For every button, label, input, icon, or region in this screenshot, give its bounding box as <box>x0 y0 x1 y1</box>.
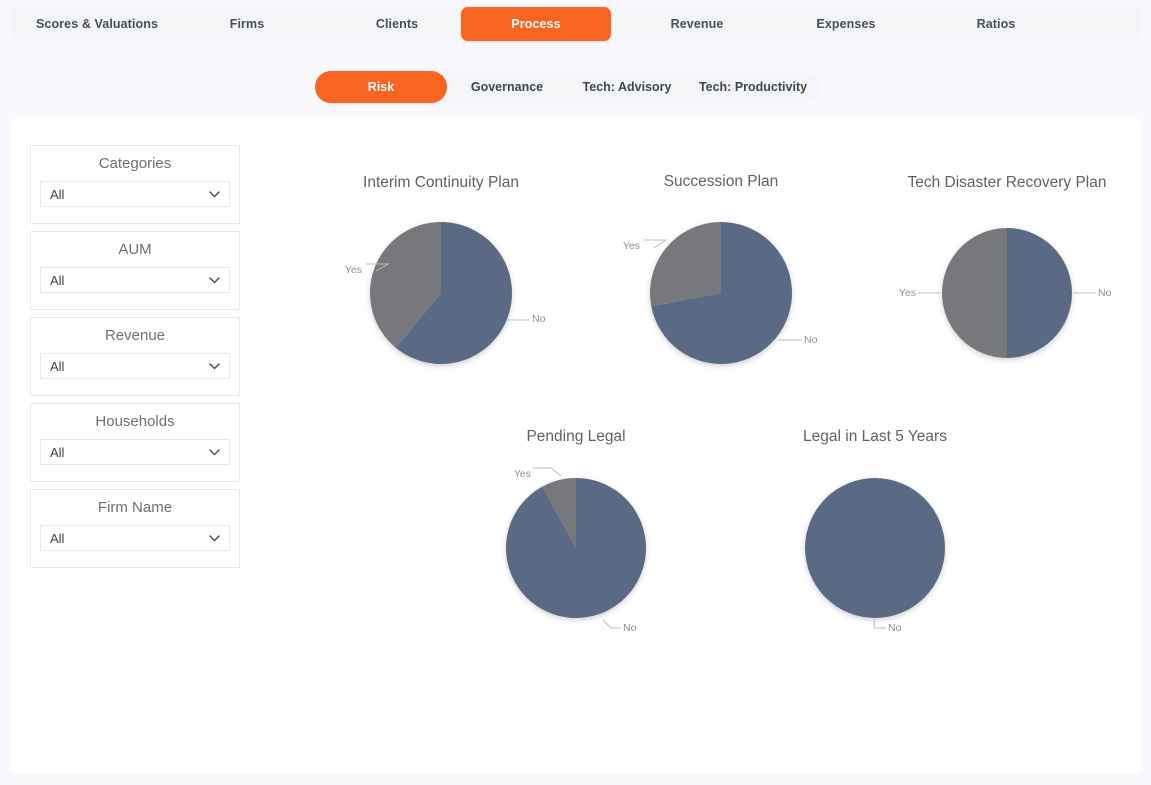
pie-label-yes: Yes <box>898 287 916 299</box>
pie-label-yes: Yes <box>622 240 640 252</box>
nav-tab-label: Clients <box>375 17 419 31</box>
filter-selected-value: All <box>50 444 65 460</box>
filter-title: Households <box>95 413 175 430</box>
nav-tab-firms[interactable]: Firms <box>186 7 308 41</box>
filter-title: Firm Name <box>97 499 173 516</box>
filter-select-categories[interactable]: All <box>40 181 230 207</box>
pie-chart-legal-in-last-5-years: Legal in Last 5 Years No <box>750 424 1000 639</box>
nav-tab-clients[interactable]: Clients <box>336 7 458 41</box>
pie-slice-yes[interactable] <box>942 228 1007 358</box>
pie-label-yes: Yes <box>344 264 362 276</box>
filter-card-aum: AUM All <box>30 231 240 310</box>
filter-title: Categories <box>98 155 172 172</box>
filter-select-aum[interactable]: All <box>40 267 230 293</box>
subtab-tech-productivity[interactable]: Tech: Productivity <box>687 71 819 103</box>
filter-selected-value: All <box>50 358 65 374</box>
pie-svg <box>918 228 1096 358</box>
nav-tab-scores-valuations[interactable]: Scores & Valuations <box>21 7 173 41</box>
filter-select-revenue[interactable]: All <box>40 353 230 379</box>
nav-tab-label: Expenses <box>816 17 876 31</box>
pie-label-no: No <box>532 313 546 325</box>
filter-title: AUM <box>118 241 152 258</box>
nav-tab-label: Process <box>511 17 561 31</box>
nav-tab-revenue[interactable]: Revenue <box>636 7 758 41</box>
sub-navigation-tabs: Risk Governance Tech: Advisory Tech: Produc… <box>315 71 819 103</box>
filter-card-firm-name: Firm Name All <box>30 489 240 568</box>
filter-card-revenue: Revenue All <box>30 317 240 396</box>
pie-leader-line <box>873 618 886 629</box>
pie-label-no: No <box>1098 287 1112 299</box>
pie-chart-pending-legal: Pending Legal No Yes <box>451 424 701 639</box>
pie-chart-tech-disaster-recovery-plan: Tech Disaster Recovery Plan No Yes <box>882 170 1132 380</box>
pie-chart-succession-plan: Succession Plan No Yes <box>596 170 846 380</box>
nav-tab-process[interactable]: Process <box>461 7 611 41</box>
pie-label-no: No <box>888 622 902 634</box>
chevron-down-icon[interactable] <box>209 191 220 198</box>
pie-slice-no[interactable] <box>506 478 647 618</box>
filter-select-firm-name[interactable]: All <box>40 525 230 551</box>
filter-sidebar: Categories All AUM All Revenue All Households A… <box>30 145 240 575</box>
pie-label-yes: Yes <box>513 468 531 480</box>
subtab-label: Tech: Advisory <box>582 80 672 94</box>
filter-selected-value: All <box>50 530 65 546</box>
nav-tab-label: Revenue <box>670 17 724 31</box>
filter-title: Revenue <box>104 327 166 344</box>
pie-svg <box>805 478 945 629</box>
pie-svg <box>506 467 647 629</box>
nav-tab-label: Firms <box>229 17 265 31</box>
nav-tab-label: Scores & Valuations <box>35 17 159 31</box>
subtab-label: Risk <box>367 80 395 94</box>
chevron-down-icon[interactable] <box>209 277 220 284</box>
pie-leader-line <box>602 619 621 629</box>
chevron-down-icon[interactable] <box>209 535 220 542</box>
chevron-down-icon[interactable] <box>209 363 220 370</box>
nav-tab-ratios[interactable]: Ratios <box>926 7 1066 41</box>
pie-label-no: No <box>804 334 818 346</box>
subtab-label: Tech: Productivity <box>698 80 808 94</box>
pie-slice-yes[interactable] <box>650 222 721 307</box>
dashboard-root: Scores & Valuations Firms Clients Process Re… <box>0 0 1151 785</box>
pie-svg <box>644 222 802 364</box>
filter-card-households: Households All <box>30 403 240 482</box>
pie-slice-no[interactable] <box>805 478 945 618</box>
pie-slice-no[interactable] <box>1007 228 1072 358</box>
nav-tab-label: Ratios <box>976 17 1016 31</box>
filter-card-categories: Categories All <box>30 145 240 224</box>
pie-chart-interim-continuity-plan: Interim Continuity Plan No Yes <box>316 170 566 380</box>
pie-leader-line <box>533 467 562 477</box>
pie-leader-line <box>644 239 668 249</box>
filter-selected-value: All <box>50 186 65 202</box>
subtab-governance[interactable]: Governance <box>447 71 567 103</box>
pie-label-no: No <box>623 622 637 634</box>
subtab-label: Governance <box>470 80 544 94</box>
chevron-down-icon[interactable] <box>209 449 220 456</box>
nav-tab-expenses[interactable]: Expenses <box>776 7 916 41</box>
subtab-risk[interactable]: Risk <box>315 71 447 103</box>
subtab-tech-advisory[interactable]: Tech: Advisory <box>567 71 687 103</box>
filter-selected-value: All <box>50 272 65 288</box>
main-navigation-bar: Scores & Valuations Firms Clients Process Re… <box>11 7 1141 41</box>
filter-select-households[interactable]: All <box>40 439 230 465</box>
